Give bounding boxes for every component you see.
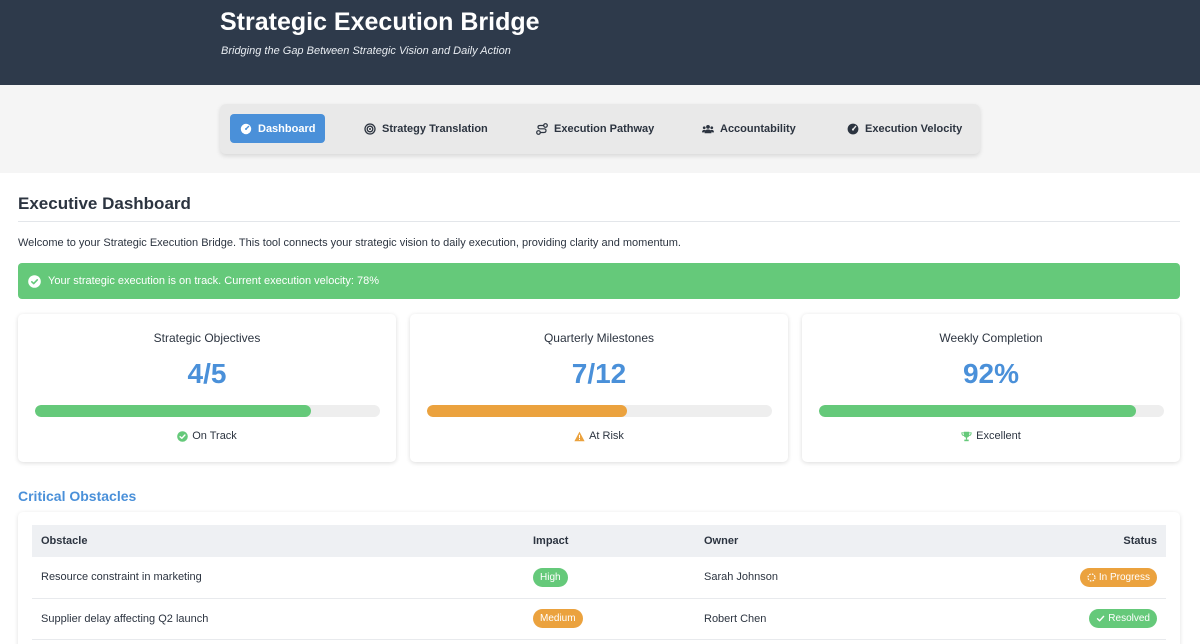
tab-execution-pathway[interactable]: Execution Pathway bbox=[526, 114, 664, 143]
impact-cell: High bbox=[524, 557, 695, 599]
progress-track bbox=[427, 405, 772, 417]
status-alert-text: Your strategic execution is on track. Cu… bbox=[48, 275, 379, 287]
card-title: Strategic Objectives bbox=[153, 331, 261, 345]
table-row: Supplier delay affecting Q2 launch Mediu… bbox=[32, 598, 1166, 640]
nav-band: Dashboard Strategy Translation Execution… bbox=[0, 85, 1200, 173]
app-title: Strategic Execution Bridge bbox=[220, 8, 540, 36]
card-value: 7/12 bbox=[571, 358, 627, 389]
tab-accountability-label: Accountability bbox=[720, 122, 796, 135]
tab-dashboard[interactable]: Dashboard bbox=[230, 114, 326, 143]
table-header-row: Obstacle Impact Owner Status bbox=[32, 525, 1166, 557]
progress-track bbox=[35, 405, 380, 417]
card-value: 4/5 bbox=[187, 358, 227, 389]
check-icon bbox=[1097, 615, 1105, 622]
tab-execution-velocity[interactable]: Execution Velocity bbox=[837, 114, 972, 143]
status-badge: In Progress bbox=[1079, 567, 1157, 587]
obstacles-panel: Obstacle Impact Owner Status Resource co… bbox=[18, 512, 1180, 644]
progress-track bbox=[819, 405, 1164, 417]
table-row: Resource constraint in marketing High Sa… bbox=[32, 557, 1166, 599]
obstacles-table: Obstacle Impact Owner Status Resource co… bbox=[32, 525, 1166, 640]
gauge-icon bbox=[240, 123, 252, 134]
warning-icon bbox=[574, 431, 585, 441]
column-header-obstacle: Obstacle bbox=[41, 535, 88, 547]
title-divider bbox=[18, 221, 1180, 222]
progress-fill bbox=[427, 405, 628, 417]
card-status: Excellent bbox=[802, 430, 1180, 442]
impact-badge: Medium bbox=[533, 609, 583, 628]
impact-badge: High bbox=[533, 567, 568, 587]
page-title: Executive Dashboard bbox=[18, 194, 191, 213]
progress-fill bbox=[819, 405, 1137, 417]
check-circle-icon bbox=[177, 430, 188, 442]
card-status-label: Excellent bbox=[976, 430, 1021, 442]
users-icon bbox=[702, 124, 714, 133]
column-header-owner: Owner bbox=[704, 535, 739, 547]
owner-cell: Sarah Johnson bbox=[695, 557, 995, 599]
status-badge: Resolved bbox=[1089, 609, 1157, 628]
card-status-label: On Track bbox=[192, 430, 237, 442]
card-title: Quarterly Milestones bbox=[543, 331, 655, 345]
card-quarterly-milestones: Quarterly Milestones 7/12 At Risk bbox=[410, 314, 788, 462]
trophy-icon bbox=[961, 431, 972, 441]
section-title-critical-obstacles: Critical Obstacles bbox=[18, 488, 137, 504]
card-value: 92% bbox=[962, 358, 1020, 389]
status-alert: Your strategic execution is on track. Cu… bbox=[18, 263, 1180, 299]
tab-dashboard-label: Dashboard bbox=[258, 122, 316, 135]
spinner-icon bbox=[1087, 573, 1096, 582]
tab-execution-pathway-label: Execution Pathway bbox=[554, 122, 655, 135]
status-badge-label: Resolved bbox=[1108, 613, 1150, 624]
owner-cell: Robert Chen bbox=[695, 598, 995, 640]
route-icon bbox=[536, 122, 548, 135]
check-circle-icon bbox=[28, 274, 41, 288]
column-header-impact: Impact bbox=[533, 535, 569, 547]
progress-fill bbox=[35, 405, 311, 417]
tab-strategy-translation-label: Strategy Translation bbox=[382, 122, 488, 135]
tab-accountability[interactable]: Accountability bbox=[692, 114, 806, 143]
app-subtitle: Bridging the Gap Between Strategic Visio… bbox=[221, 45, 511, 57]
card-status-label: At Risk bbox=[589, 430, 624, 442]
status-cell: Resolved bbox=[995, 598, 1166, 640]
card-weekly-completion: Weekly Completion 92% Excellent bbox=[802, 314, 1180, 462]
welcome-text: Welcome to your Strategic Execution Brid… bbox=[18, 237, 681, 249]
main-nav: Dashboard Strategy Translation Execution… bbox=[220, 104, 980, 154]
obstacle-cell: Supplier delay affecting Q2 launch bbox=[32, 598, 524, 640]
target-icon bbox=[364, 122, 376, 135]
card-strategic-objectives: Strategic Objectives 4/5 On Track bbox=[18, 314, 396, 462]
impact-cell: Medium bbox=[524, 598, 695, 640]
card-title: Weekly Completion bbox=[939, 331, 1043, 345]
tachometer-icon bbox=[847, 123, 859, 134]
tab-strategy-translation[interactable]: Strategy Translation bbox=[354, 114, 498, 143]
obstacle-cell: Resource constraint in marketing bbox=[32, 557, 524, 599]
app-header: Strategic Execution Bridge Bridging the … bbox=[0, 0, 1200, 85]
status-cell: In Progress bbox=[995, 557, 1166, 599]
tab-execution-velocity-label: Execution Velocity bbox=[865, 122, 963, 135]
status-badge-label: In Progress bbox=[1098, 571, 1150, 583]
column-header-status: Status bbox=[1123, 535, 1157, 547]
card-status: At Risk bbox=[410, 430, 788, 442]
card-status: On Track bbox=[18, 430, 396, 442]
